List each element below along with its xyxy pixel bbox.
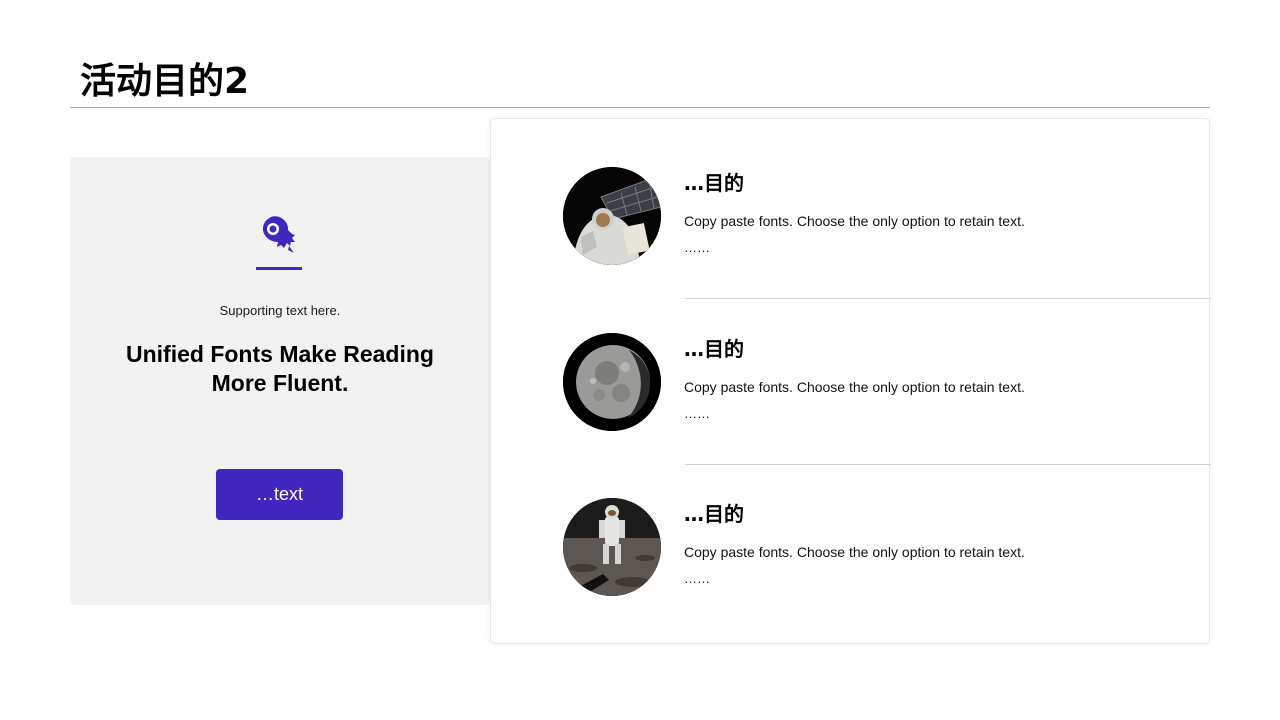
left-panel: Supporting text here. Unified Fonts Make… [70,157,490,605]
item-ellipsis: …… [684,571,710,586]
item-description: Copy paste fonts. Choose the only option… [684,379,1025,395]
rocket-icon [259,215,301,257]
text-button[interactable]: …text [216,469,343,520]
item-description: Copy paste fonts. Choose the only option… [684,544,1025,560]
panel-headline: Unified Fonts Make Reading More Fluent. [126,341,434,396]
astronaut-on-moon-image [563,498,661,596]
item-ellipsis: …… [684,240,710,255]
item-title: …目的 [684,502,744,526]
astronaut-spacewalk-image [563,167,661,265]
list-item: …目的 Copy paste fonts. Choose the only op… [491,450,1211,616]
page-title: 活动目的2 [80,61,250,102]
supporting-text: Supporting text here. [219,303,341,318]
item-title: …目的 [684,337,744,361]
list-item: …目的 Copy paste fonts. Choose the only op… [491,119,1211,285]
objectives-card: …目的 Copy paste fonts. Choose the only op… [490,118,1211,644]
moon-image [563,333,661,431]
icon-underline [256,267,302,270]
item-description: Copy paste fonts. Choose the only option… [684,213,1025,229]
item-title: …目的 [684,171,744,195]
list-item: …目的 Copy paste fonts. Choose the only op… [491,285,1211,451]
title-divider [70,107,1210,108]
item-ellipsis: …… [684,406,710,421]
